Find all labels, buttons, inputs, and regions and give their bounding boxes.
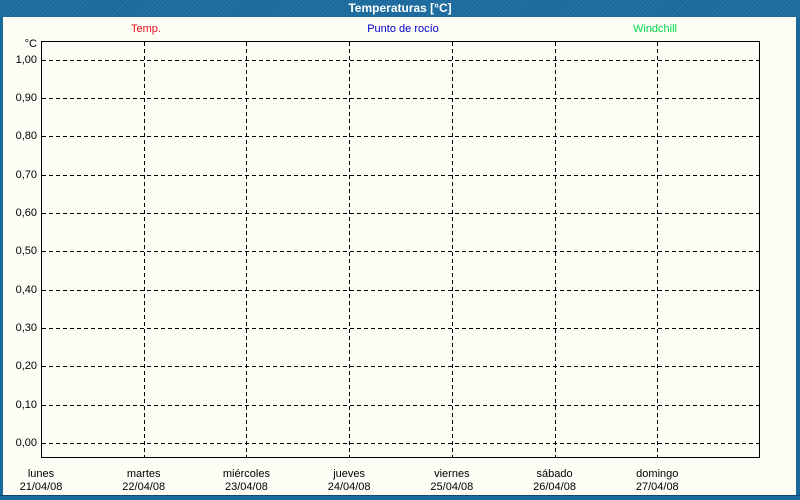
y-gridline	[42, 97, 759, 99]
y-tick-label: 0,00	[15, 437, 37, 449]
y-tick-label: 0,20	[15, 360, 37, 373]
x-gridline	[554, 42, 556, 457]
y-tick-label: 0,30	[15, 321, 37, 334]
y-tick-label: 0,10	[15, 398, 37, 411]
x-weekday-label: lunes	[27, 468, 55, 480]
legend-item-dewpoint: Punto de rocío	[367, 23, 439, 35]
plot-area	[41, 41, 760, 458]
x-tick-label: martes 22/04/08	[89, 468, 199, 494]
x-weekday-label: miércoles	[222, 468, 270, 480]
x-date-label: 21/04/08	[19, 481, 63, 493]
y-gridline	[42, 404, 759, 406]
x-date-label: 26/04/08	[533, 481, 576, 493]
y-tick-label: 1,00	[15, 53, 37, 66]
x-gridline	[246, 42, 248, 457]
y-gridline	[42, 212, 759, 214]
y-gridline	[42, 174, 759, 176]
window-border-right	[796, 17, 800, 500]
x-date-label: 24/04/08	[327, 481, 371, 493]
x-weekday-label: domingo	[636, 468, 679, 480]
x-date-label: 22/04/08	[122, 481, 166, 493]
y-tick-label: 0,60	[15, 206, 37, 219]
x-gridline	[143, 42, 145, 457]
y-tick-label: 0,90	[15, 91, 37, 104]
window-border-bottom	[0, 495, 800, 500]
x-weekday-label: sábado	[536, 468, 573, 480]
x-gridline	[451, 42, 453, 457]
page: Temperaturas [°C] Temp. Punto de rocío W…	[0, 0, 800, 500]
x-date-label: 25/04/08	[430, 481, 474, 493]
y-gridline	[42, 136, 759, 138]
window-titlebar: Temperaturas [°C]	[0, 0, 800, 17]
chart-title: Temperaturas [°C]	[348, 1, 452, 15]
x-date-label: 27/04/08	[635, 481, 679, 493]
y-tick-label: 0,50	[15, 245, 37, 258]
y-tick-label: 0,70	[15, 168, 37, 181]
x-tick-label: lunes 21/04/08	[0, 468, 96, 494]
x-tick-label: jueves 24/04/08	[294, 468, 404, 494]
legend-item-temp: Temp.	[131, 23, 161, 35]
x-tick-label: sábado 26/04/08	[500, 468, 610, 494]
y-gridline	[42, 366, 759, 368]
y-gridline	[42, 327, 759, 329]
legend-item-windchill: Windchill	[632, 23, 678, 35]
y-gridline	[42, 59, 759, 61]
x-date-label: 23/04/08	[225, 481, 268, 493]
x-tick-label: viernes 25/04/08	[397, 468, 507, 494]
y-axis-unit-label: °C	[24, 38, 37, 50]
window-border-left	[0, 17, 3, 500]
y-gridline	[42, 289, 759, 291]
y-gridline	[42, 251, 759, 253]
x-weekday-label: jueves	[333, 468, 366, 480]
x-gridline	[349, 42, 351, 457]
x-weekday-label: martes	[126, 468, 161, 480]
x-gridline	[657, 42, 659, 457]
y-gridline	[42, 443, 759, 444]
x-tick-label: miércoles 23/04/08	[191, 468, 301, 494]
x-weekday-label: viernes	[434, 468, 470, 480]
x-tick-label: domingo 27/04/08	[602, 468, 712, 494]
y-tick-label: 0,40	[15, 283, 37, 296]
y-tick-label: 0,80	[15, 130, 37, 143]
